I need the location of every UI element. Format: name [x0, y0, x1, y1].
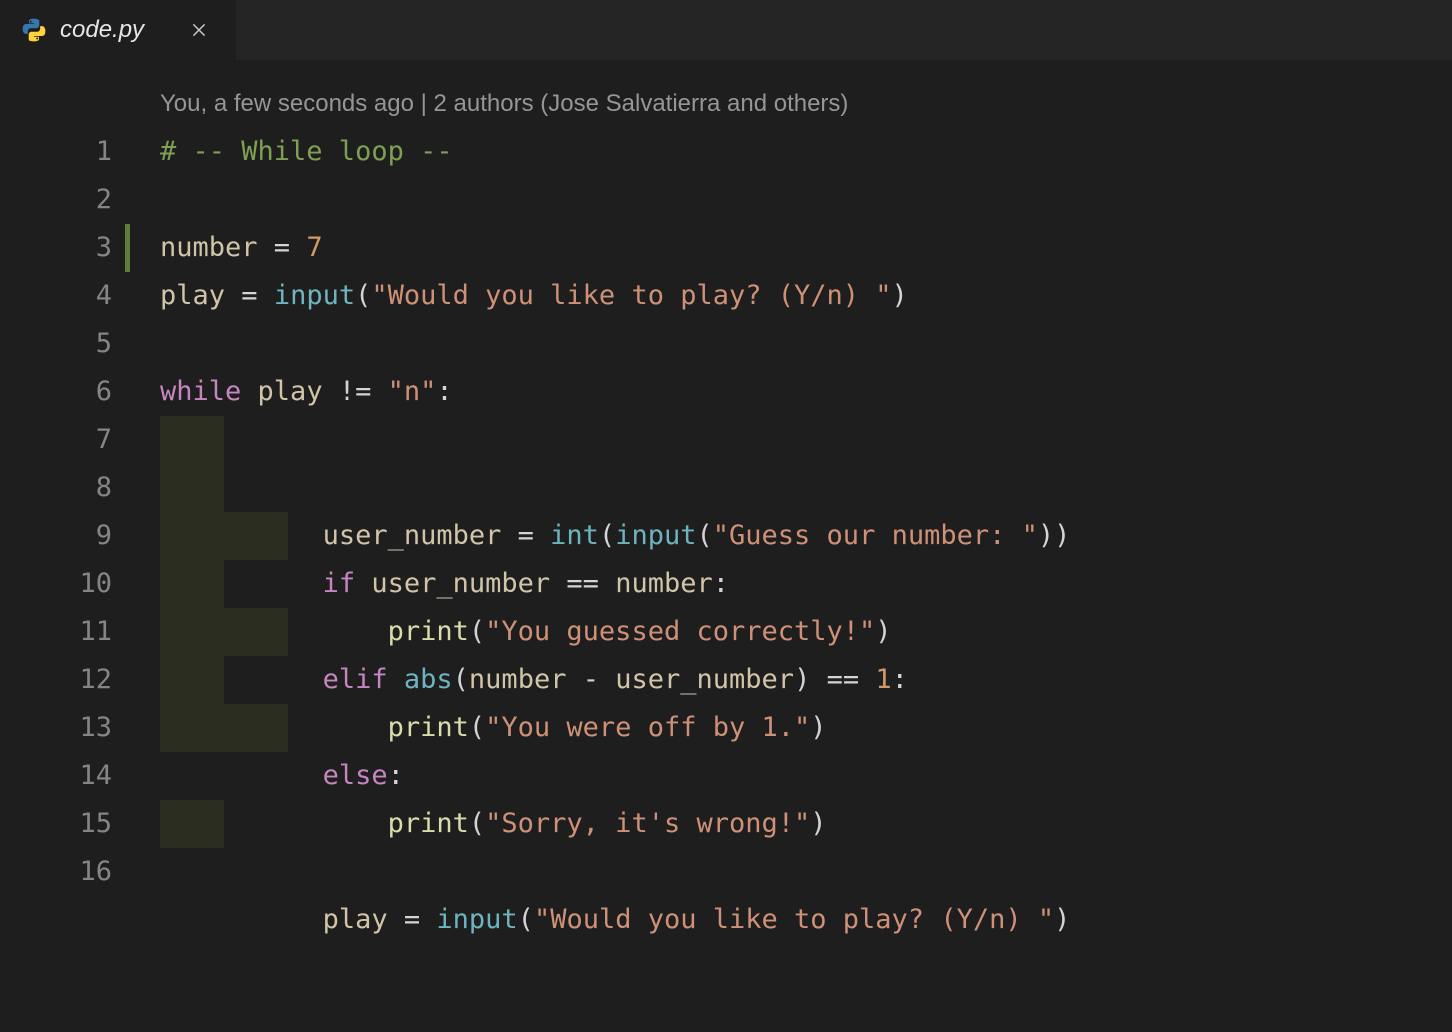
- line-number: 2: [0, 176, 112, 224]
- code-line: user_number = int(input("Guess our numbe…: [140, 416, 1452, 464]
- line-number: 8: [0, 464, 112, 512]
- tab-code-py[interactable]: code.py: [0, 0, 237, 60]
- code-line: [140, 176, 1452, 224]
- line-number: 13: [0, 704, 112, 752]
- line-number: 9: [0, 512, 112, 560]
- line-number: 6: [0, 368, 112, 416]
- code-line: number = 7: [140, 224, 1452, 272]
- line-number: 14: [0, 752, 112, 800]
- line-number: 7: [0, 416, 112, 464]
- line-number: 11: [0, 608, 112, 656]
- line-number: 5: [0, 320, 112, 368]
- line-number: 10: [0, 560, 112, 608]
- line-number: 12: [0, 656, 112, 704]
- line-number-gutter: 1 2 3 4 5 6 7 8 9 10 11 12 13 14 15 16: [0, 80, 140, 896]
- tab-file-name: code.py: [60, 16, 144, 44]
- line-number: 16: [0, 848, 112, 896]
- tab-bar: code.py: [0, 0, 1452, 60]
- git-change-indicator: [125, 224, 130, 272]
- code-line: while play != "n":: [140, 368, 1452, 416]
- code-line: [140, 848, 1452, 896]
- code-line: if user_number == number:: [140, 464, 1452, 512]
- code-line: [140, 320, 1452, 368]
- git-blame-codelens[interactable]: You, a few seconds ago | 2 authors (Jose…: [140, 80, 1452, 128]
- close-icon[interactable]: [184, 15, 214, 45]
- code-line: play = input("Would you like to play? (Y…: [140, 272, 1452, 320]
- code-area[interactable]: You, a few seconds ago | 2 authors (Jose…: [140, 80, 1452, 896]
- python-file-icon: [20, 16, 48, 44]
- line-number: 3: [0, 224, 112, 272]
- line-number: 15: [0, 800, 112, 848]
- editor[interactable]: 1 2 3 4 5 6 7 8 9 10 11 12 13 14 15 16 Y…: [0, 60, 1452, 896]
- line-number: 4: [0, 272, 112, 320]
- code-line: # -- While loop --: [140, 128, 1452, 176]
- line-number: 1: [0, 128, 112, 176]
